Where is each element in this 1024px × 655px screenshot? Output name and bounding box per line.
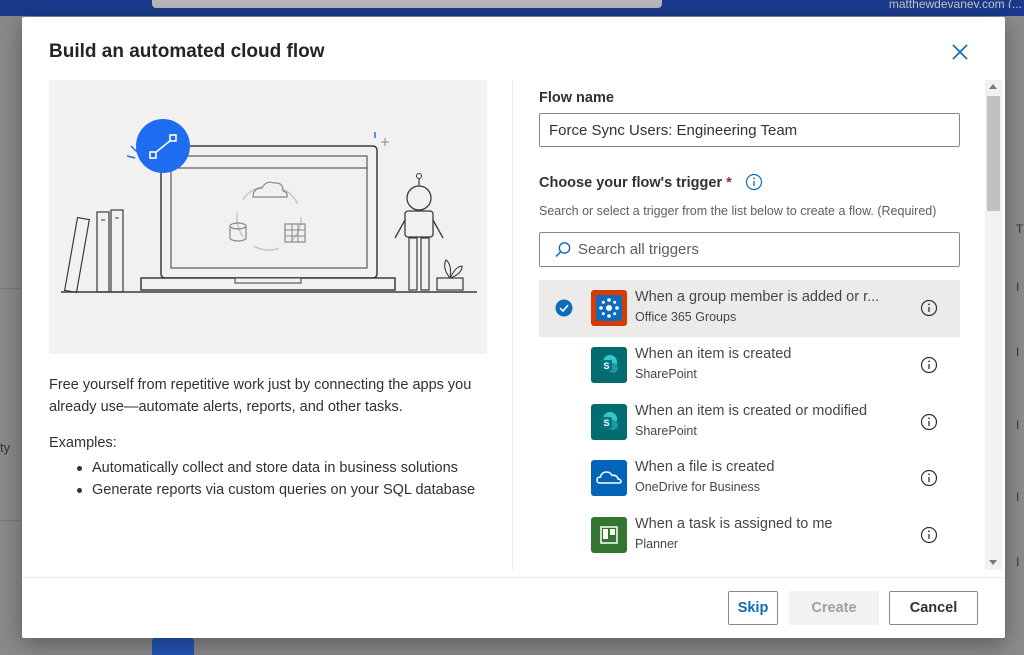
background-glyph: I (1016, 345, 1020, 359)
create-button[interactable]: Create (789, 591, 879, 625)
form-scrollbar[interactable] (985, 80, 1002, 570)
dialog-description: Free yourself from repetitive work just … (49, 377, 472, 415)
trigger-help-text: Search or select a trigger from the list… (539, 204, 937, 218)
background-right-column (1006, 16, 1024, 655)
flow-form: Flow name Choose your flow's trigger* Se… (539, 80, 979, 570)
trigger-list: When a group member is added or r... Off… (539, 280, 960, 564)
example-item: Automatically collect and store data in … (74, 457, 494, 479)
trigger-item-item-created-or-modified[interactable]: S When an item is created or modified Sh… (539, 394, 960, 451)
trigger-connector: OneDrive for Business (635, 480, 761, 495)
trigger-item-item-created[interactable]: S When an item is created SharePoint (539, 337, 960, 394)
info-icon[interactable] (920, 413, 938, 431)
laptop-illustration-icon (61, 119, 477, 294)
background-glyph: T (1016, 222, 1024, 236)
svg-text:S: S (603, 361, 609, 371)
background-divider (0, 520, 22, 521)
example-item: Generate reports via custom queries on y… (74, 479, 494, 501)
background-search-bar (152, 0, 662, 8)
check-circle-icon (555, 299, 573, 317)
close-icon[interactable] (949, 41, 971, 63)
flow-name-input[interactable] (539, 113, 960, 147)
trigger-connector: Planner (635, 537, 679, 552)
trigger-label: Choose your flow's trigger * (539, 175, 732, 191)
trigger-item-file-created[interactable]: When a file is created OneDrive for Busi… (539, 450, 960, 507)
trigger-connector: SharePoint (635, 423, 697, 438)
background-glyph: I (1016, 280, 1020, 294)
trigger-name: When an item is created or modified (635, 402, 868, 419)
skip-button[interactable]: Skip (728, 591, 778, 625)
build-flow-dialog: Build an automated cloud flow Free yours… (22, 17, 1005, 638)
sharepoint-icon: S (591, 403, 627, 440)
planner-icon (591, 517, 627, 554)
dialog-title: Build an automated cloud flow (49, 41, 325, 62)
trigger-name: When a group member is added or r... (635, 289, 880, 305)
onedrive-icon (591, 460, 627, 497)
trigger-connector: SharePoint (635, 366, 697, 381)
trigger-item-group-member-added[interactable]: When a group member is added or r... Off… (539, 280, 960, 337)
vertical-divider (512, 80, 513, 570)
trigger-name: When a file is created (635, 459, 775, 476)
info-icon[interactable] (920, 299, 938, 317)
trigger-search-box (539, 232, 960, 267)
background-glyph: I (1016, 418, 1020, 432)
info-icon[interactable] (745, 173, 763, 191)
trigger-search-input[interactable] (578, 234, 948, 265)
trigger-item-task-assigned[interactable]: When a task is assigned to me Planner (539, 507, 960, 564)
office365-groups-icon (591, 290, 627, 326)
info-icon[interactable] (920, 356, 938, 374)
footer-divider (22, 577, 1005, 578)
trigger-connector: Office 365 Groups (635, 310, 737, 324)
trigger-name: When an item is created (635, 345, 792, 362)
background-app-icon (152, 638, 194, 655)
examples-label: Examples: (49, 435, 117, 451)
background-text-fragment: ty (0, 440, 11, 455)
background-glyph: I (1016, 490, 1020, 504)
trigger-name: When a task is assigned to me (635, 516, 833, 533)
hero-illustration (49, 80, 487, 354)
trigger-label-text: Choose your flow's trigger (539, 175, 723, 191)
cancel-button[interactable]: Cancel (889, 591, 978, 625)
background-divider (0, 288, 22, 289)
sharepoint-icon: S (591, 346, 627, 383)
scroll-down-arrow-icon[interactable] (989, 560, 997, 565)
required-mark: * (726, 175, 732, 191)
svg-text:S: S (603, 418, 609, 428)
examples-list: Automatically collect and store data in … (74, 457, 494, 501)
background-user-label: matthewdevaney.com (... (888, 0, 1022, 8)
info-icon[interactable] (920, 526, 938, 544)
search-icon (555, 242, 571, 258)
background-glyph: I (1016, 555, 1020, 569)
info-icon[interactable] (920, 469, 938, 487)
scroll-thumb[interactable] (987, 96, 1000, 211)
flow-name-label: Flow name (539, 90, 614, 106)
scroll-up-arrow-icon[interactable] (989, 84, 997, 89)
